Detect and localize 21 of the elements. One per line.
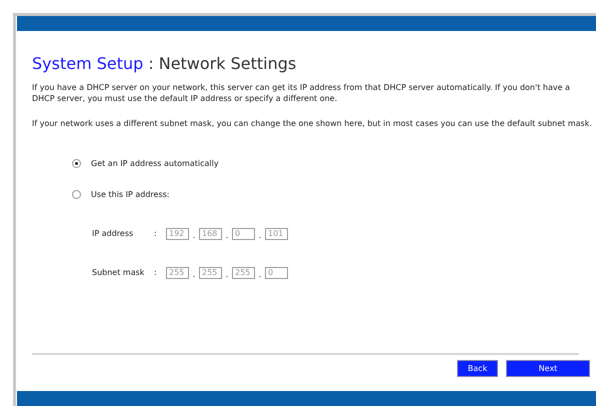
- dot-separator: .: [224, 269, 230, 279]
- colon-text: :: [154, 268, 158, 277]
- description-text: If you have a DHCP server on your network, this server can get its IP address from that DHCP server automatically. If you don't have a DHCP server, you must use the default IP address or specify a different one.: [32, 82, 571, 104]
- dot-separator: .: [192, 230, 196, 240]
- radio-label: Get an IP address automatically: [91, 159, 219, 168]
- dot-separator: .: [258, 269, 262, 279]
- dot-separator: .: [258, 230, 262, 240]
- section-title: System Setup: [32, 54, 144, 73]
- radio-label: Use this IP address:: [91, 190, 170, 199]
- field-label: IP address: [92, 229, 134, 238]
- radio-button[interactable]: [72, 190, 81, 199]
- colon-text: :: [154, 229, 158, 238]
- back-button[interactable]: Back: [457, 360, 498, 377]
- field-label: Subnet mask: [92, 268, 146, 277]
- next-button[interactable]: Next: [506, 360, 590, 377]
- description-text: If your network uses a different subnet mask, you can change the one shown here, but in most cases you can use the default subnet mask.: [32, 118, 592, 129]
- dot-separator: .: [192, 269, 196, 279]
- radio-button[interactable]: [72, 159, 81, 168]
- title-separator: :: [148, 54, 154, 73]
- page-title: Network Settings: [158, 54, 296, 73]
- dot-separator: .: [224, 230, 230, 240]
